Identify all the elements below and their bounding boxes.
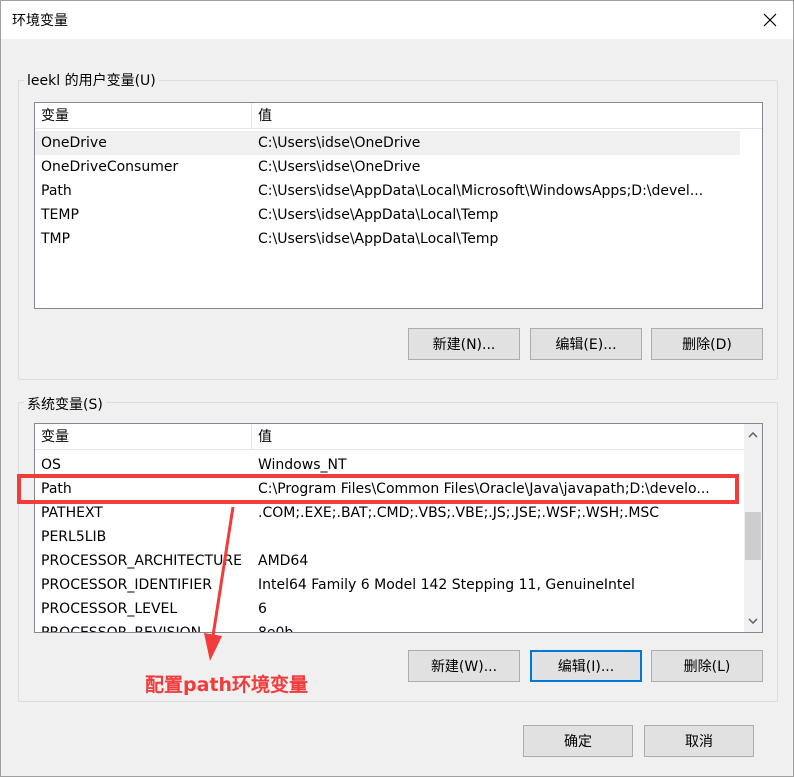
table-row[interactable]: Path C:\Program Files\Common Files\Oracl… [35, 477, 740, 501]
user-new-button[interactable]: 新建(N)... [408, 328, 520, 360]
ok-button[interactable]: 确定 [523, 725, 633, 757]
variable-value: C:\Users\idse\AppData\Local\Microsoft\Wi… [258, 183, 704, 199]
system-delete-button[interactable]: 删除(L) [651, 650, 763, 682]
table-row[interactable]: Path C:\Users\idse\AppData\Local\Microso… [35, 179, 740, 203]
variable-name: TEMP [41, 207, 79, 223]
variable-value: C:\Users\idse\AppData\Local\Temp [258, 231, 499, 247]
variable-name: PATHEXT [41, 505, 103, 521]
user-variables-label: leekl 的用户变量(U) [24, 70, 159, 90]
table-row[interactable]: OS Windows_NT [35, 453, 740, 477]
table-row[interactable]: TEMP C:\Users\idse\AppData\Local\Temp [35, 203, 740, 227]
list-header: 变量 值 [35, 424, 762, 450]
table-row[interactable]: OneDriveConsumer C:\Users\idse\OneDrive [35, 155, 740, 179]
header-value[interactable]: 值 [252, 103, 272, 129]
system-new-button[interactable]: 新建(W)... [408, 650, 520, 682]
variable-name: OS [41, 457, 61, 473]
variable-value: C:\Program Files\Common Files\Oracle\Jav… [258, 481, 710, 497]
variable-name: PROCESSOR_IDENTIFIER [41, 577, 212, 593]
header-variable[interactable]: 变量 [35, 424, 252, 450]
table-row[interactable]: OneDrive C:\Users\idse\OneDrive [35, 131, 740, 155]
header-variable[interactable]: 变量 [35, 103, 252, 129]
variable-name: PROCESSOR_LEVEL [41, 601, 178, 617]
variable-name: OneDriveConsumer [41, 159, 179, 175]
list-header: 变量 值 [35, 103, 762, 129]
variable-name: Path [41, 183, 72, 199]
chevron-down-icon [748, 618, 758, 624]
variable-value: 8e0b [258, 625, 294, 633]
user-variables-list[interactable]: 变量 值 OneDrive C:\Users\idse\OneDrive One… [34, 102, 763, 309]
variable-value: AMD64 [258, 553, 309, 569]
header-value[interactable]: 值 [252, 424, 272, 450]
system-edit-button[interactable]: 编辑(I)... [530, 650, 642, 682]
chevron-up-icon [748, 432, 758, 438]
variable-name: Path [41, 481, 72, 497]
variable-value: C:\Users\idse\AppData\Local\Temp [258, 207, 499, 223]
user-edit-button[interactable]: 编辑(E)... [530, 328, 642, 360]
variable-value: Intel64 Family 6 Model 142 Stepping 11, … [258, 577, 635, 593]
variable-value: Windows_NT [258, 457, 347, 473]
table-row[interactable]: PROCESSOR_LEVEL 6 [35, 597, 740, 621]
window-title: 环境变量 [12, 13, 68, 29]
table-row[interactable]: PERL5LIB [35, 525, 740, 549]
environment-variables-dialog: 环境变量 leekl 的用户变量(U) 变量 值 OneDrive C:\Use… [0, 0, 794, 777]
table-row[interactable]: PATHEXT .COM;.EXE;.BAT;.CMD;.VBS;.VBE;.J… [35, 501, 740, 525]
variable-name: PROCESSOR_REVISION [41, 625, 202, 633]
variable-value: C:\Users\idse\OneDrive [258, 159, 421, 175]
user-delete-button[interactable]: 删除(D) [651, 328, 763, 360]
vertical-scrollbar[interactable] [744, 424, 762, 632]
variable-name: PERL5LIB [41, 529, 107, 545]
table-row[interactable]: TMP C:\Users\idse\AppData\Local\Temp [35, 227, 740, 251]
variable-value: 6 [258, 601, 267, 617]
close-button[interactable] [747, 1, 793, 39]
table-row[interactable]: PROCESSOR_ARCHITECTURE AMD64 [35, 549, 740, 573]
variable-name: TMP [41, 231, 71, 247]
system-variables-label: 系统变量(S) [24, 394, 106, 414]
scroll-down-button[interactable] [744, 612, 762, 630]
variable-value: .COM;.EXE;.BAT;.CMD;.VBS;.VBE;.JS;.JSE;.… [258, 505, 660, 521]
table-row[interactable]: PROCESSOR_IDENTIFIER Intel64 Family 6 Mo… [35, 573, 740, 597]
title-bar: 环境变量 [1, 1, 793, 39]
scrollbar-thumb[interactable] [745, 512, 761, 560]
variable-name: OneDrive [41, 135, 107, 151]
close-icon [763, 13, 777, 27]
variable-value: C:\Users\idse\OneDrive [258, 135, 421, 151]
table-row[interactable]: PROCESSOR_REVISION 8e0b [35, 621, 740, 633]
annotation-label: 配置path环境变量 [145, 674, 309, 696]
variable-name: PROCESSOR_ARCHITECTURE [41, 553, 242, 569]
system-variables-list[interactable]: 变量 值 OS Windows_NT Path C:\Program Files… [34, 423, 763, 633]
cancel-button[interactable]: 取消 [644, 725, 754, 757]
scroll-up-button[interactable] [744, 426, 762, 444]
